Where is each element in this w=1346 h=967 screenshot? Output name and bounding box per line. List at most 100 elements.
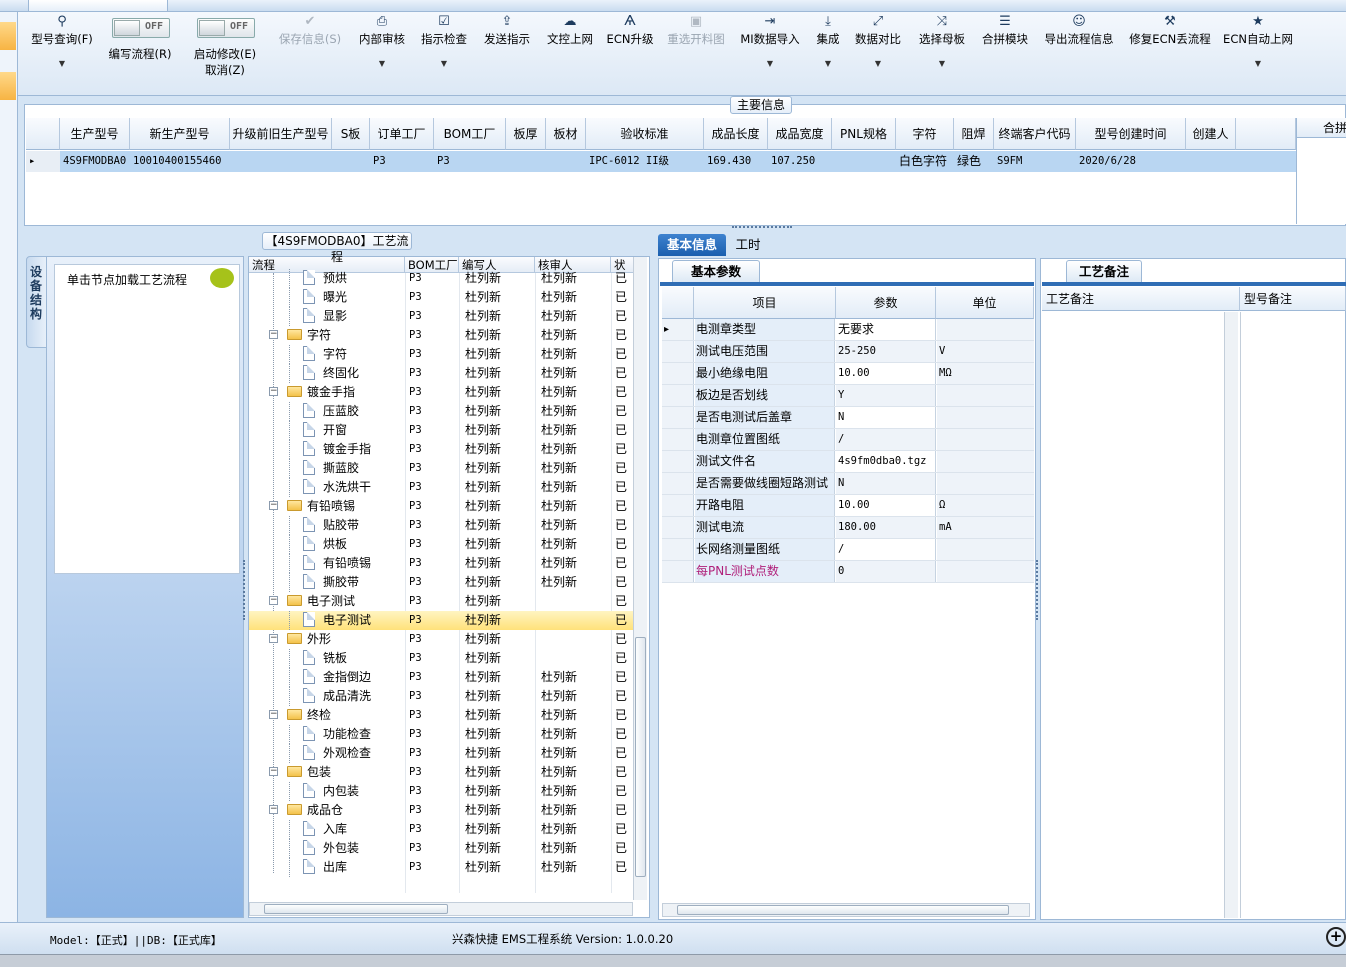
main-row-cell[interactable] — [832, 151, 896, 172]
main-col-header[interactable]: 成品长度 — [704, 118, 768, 150]
main-row-cell[interactable]: P3 — [370, 151, 434, 172]
params-row[interactable]: 是否需要做线圈短路测试 N — [662, 473, 1034, 495]
tree-row[interactable]: 显影 P3 杜列新 杜列新 已 — [249, 307, 635, 326]
main-col-header[interactable]: BOM工厂 — [434, 118, 506, 150]
tree-row[interactable]: 预烘 P3 杜列新 杜列新 已 — [249, 269, 635, 288]
params-row[interactable]: 最小绝缘电阻 10.00 MΩ — [662, 363, 1034, 385]
main-col-header[interactable]: 板材 — [546, 118, 586, 150]
tree-hscroll[interactable] — [249, 902, 633, 916]
param-value[interactable]: / — [836, 429, 936, 450]
tree-row[interactable]: − 镀金手指 P3 杜列新 杜列新 已 — [249, 383, 635, 402]
param-value[interactable]: 4s9fm0dba0.tgz — [836, 451, 936, 472]
main-col-header[interactable]: S板 — [332, 118, 370, 150]
tree-row[interactable]: 功能检查 P3 杜列新 杜列新 已 — [249, 725, 635, 744]
collapse-icon[interactable]: − — [269, 767, 278, 776]
tree-row[interactable]: − 成品仓 P3 杜列新 杜列新 已 — [249, 801, 635, 820]
param-value[interactable]: 180.00 — [836, 517, 936, 538]
params-row[interactable]: 是否电测试后盖章 N — [662, 407, 1034, 429]
main-row-cell[interactable]: IPC-6012 II级 — [586, 151, 704, 172]
collapse-icon[interactable]: − — [269, 501, 278, 510]
param-value[interactable]: Y — [836, 385, 936, 406]
tree-row[interactable]: 成品清洗 P3 杜列新 杜列新 已 — [249, 687, 635, 706]
device-structure-tab[interactable]: 设备结构 — [26, 256, 48, 348]
tree-row[interactable]: 入库 P3 杜列新 杜列新 已 — [249, 820, 635, 839]
main-row-cell[interactable]: 绿色 — [954, 151, 994, 172]
collapse-icon[interactable]: − — [269, 387, 278, 396]
toggle-switch[interactable]: OFF — [197, 18, 255, 38]
tree-row[interactable]: 开窗 P3 杜列新 杜列新 已 — [249, 421, 635, 440]
params-row[interactable]: 每PNL测试点数 0 — [662, 561, 1034, 583]
tree-row[interactable]: 水洗烘干 P3 杜列新 杜列新 已 — [249, 478, 635, 497]
tree-row[interactable]: 字符 P3 杜列新 杜列新 已 — [249, 345, 635, 364]
tree-row[interactable]: − 包装 P3 杜列新 杜列新 已 — [249, 763, 635, 782]
tree-row[interactable]: 曝光 P3 杜列新 杜列新 已 — [249, 288, 635, 307]
main-col-header[interactable]: 型号创建时间 — [1076, 118, 1186, 150]
tree-row[interactable]: 烘板 P3 杜列新 杜列新 已 — [249, 535, 635, 554]
params-row[interactable]: 测试电流 180.00 mA — [662, 517, 1034, 539]
chevron-down-icon[interactable]: ▼ — [396, 59, 492, 68]
toolbar-button[interactable]: ★ ECN自动上网 ▼ — [1210, 13, 1306, 68]
main-row-cell[interactable]: 4S9FMODBA0 — [60, 151, 130, 172]
tree-row[interactable]: 压蓝胶 P3 杜列新 杜列新 已 — [249, 402, 635, 421]
main-row-cell[interactable] — [546, 151, 586, 172]
param-value[interactable]: N — [836, 473, 936, 494]
remarks-tab[interactable]: 工艺备注 — [1066, 260, 1142, 282]
param-value[interactable]: 10.00 — [836, 495, 936, 516]
main-col-header[interactable]: 升级前旧生产型号 — [230, 118, 332, 150]
tree-row[interactable]: 内包装 P3 杜列新 杜列新 已 — [249, 782, 635, 801]
toggle-switch[interactable]: OFF — [112, 18, 170, 38]
toolbar-cancel-label[interactable]: 取消(Z) — [185, 62, 265, 78]
tree-row[interactable]: − 终检 P3 杜列新 杜列新 已 — [249, 706, 635, 725]
toolbar-toggle-label[interactable]: 启动修改(E) — [185, 46, 265, 62]
main-row-cell[interactable]: 白色字符 — [896, 151, 954, 172]
remarks-scrollbar[interactable] — [1224, 312, 1238, 918]
main-row-cell[interactable] — [332, 151, 370, 172]
tree-row[interactable]: 撕蓝胶 P3 杜列新 杜列新 已 — [249, 459, 635, 478]
main-col-header[interactable]: 生产型号 — [60, 118, 130, 150]
toolbar-button[interactable]: ⚲ 型号查询(F) ▼ — [14, 13, 110, 68]
collapse-icon[interactable]: − — [269, 710, 278, 719]
tree-row[interactable]: 镀金手指 P3 杜列新 杜列新 已 — [249, 440, 635, 459]
params-col-header[interactable]: 参数 — [836, 287, 936, 319]
tree-row[interactable]: − 外形 P3 杜列新 已 — [249, 630, 635, 649]
tree-row[interactable]: − 电子测试 P3 杜列新 已 — [249, 592, 635, 611]
splitter-left[interactable] — [243, 560, 247, 620]
tree-row[interactable]: 出库 P3 杜列新 杜列新 已 — [249, 858, 635, 877]
main-col-header[interactable]: 板厚 — [506, 118, 546, 150]
scroll-thumb[interactable] — [635, 637, 646, 877]
main-col-header[interactable]: 成品宽度 — [768, 118, 832, 150]
tree-row[interactable]: 有铅喷锡 P3 杜列新 杜列新 已 — [249, 554, 635, 573]
params-row[interactable]: ▸ 电测章类型 无要求 — [662, 319, 1034, 341]
params-tab[interactable]: 基本参数 — [672, 260, 760, 282]
node-hint-box[interactable]: 单击节点加载工艺流程 — [54, 264, 240, 574]
main-col-header[interactable]: PNL规格 — [832, 118, 896, 150]
tree-row[interactable]: − 有铅喷锡 P3 杜列新 杜列新 已 — [249, 497, 635, 516]
main-row-cell[interactable] — [1186, 151, 1236, 172]
window-tab[interactable] — [28, 0, 168, 12]
main-row-cell[interactable]: 10010400155460 — [130, 151, 230, 172]
tree-row[interactable]: 外包装 P3 杜列新 杜列新 已 — [249, 839, 635, 858]
params-col-header[interactable]: 单位 — [936, 287, 1034, 319]
params-row[interactable]: 测试电压范围 25-250 V — [662, 341, 1034, 363]
tree-row[interactable]: 终固化 P3 杜列新 杜列新 已 — [249, 364, 635, 383]
main-row-cell[interactable] — [230, 151, 332, 172]
scroll-thumb[interactable] — [264, 904, 448, 914]
tree-row[interactable]: 铣板 P3 杜列新 已 — [249, 649, 635, 668]
main-row-cell[interactable]: 2020/6/28 — [1076, 151, 1186, 172]
main-col-header[interactable]: 订单工厂 — [370, 118, 434, 150]
main-col-header[interactable]: 终端客户代码 — [994, 118, 1076, 150]
tree-row[interactable]: − 字符 P3 杜列新 杜列新 已 — [249, 326, 635, 345]
params-col-header[interactable]: 项目 — [694, 287, 836, 319]
main-row-cell[interactable]: P3 — [434, 151, 506, 172]
main-row-cell[interactable]: 169.430 — [704, 151, 768, 172]
tree-row[interactable]: 外观检查 P3 杜列新 杜列新 已 — [249, 744, 635, 763]
main-col-header[interactable]: 字符 — [896, 118, 954, 150]
param-value[interactable]: / — [836, 539, 936, 560]
param-value[interactable]: N — [836, 407, 936, 428]
main-col-header[interactable]: 验收标准 — [586, 118, 704, 150]
tree-row[interactable]: 电子测试 P3 杜列新 已 — [249, 611, 635, 630]
tree-row[interactable]: 撕胶带 P3 杜列新 杜列新 已 — [249, 573, 635, 592]
chevron-down-icon[interactable]: ▼ — [1210, 59, 1306, 68]
toolbar-button[interactable]: ⚒ 修复ECN丢流程 — [1122, 13, 1218, 47]
toolbar-toggle-label[interactable]: 编写流程(R) — [100, 46, 180, 62]
